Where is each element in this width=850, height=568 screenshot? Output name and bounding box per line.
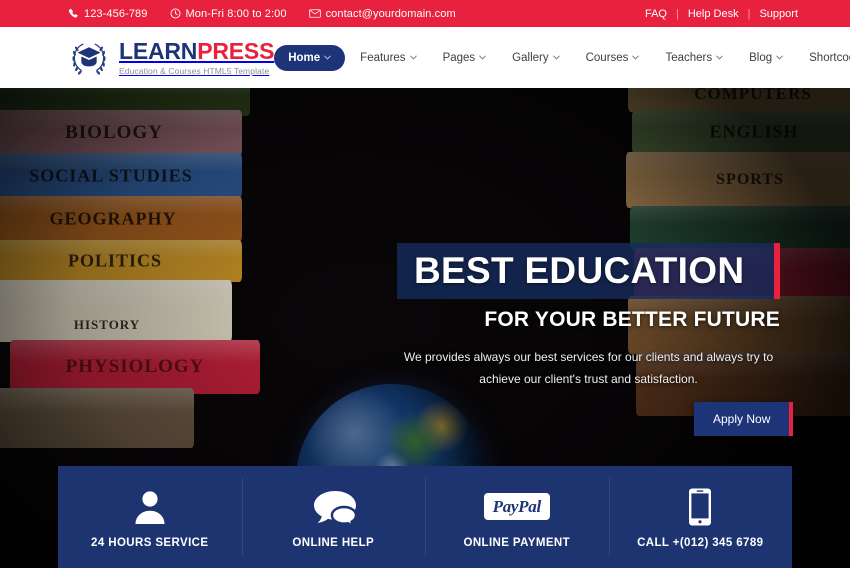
feature-item-online-help[interactable]: ONLINE HELP bbox=[241, 466, 426, 568]
chevron-down-icon bbox=[776, 55, 783, 60]
nav-label-blog: Blog bbox=[749, 51, 773, 64]
logo-title: LEARNPRESS bbox=[119, 37, 275, 64]
nav-item-gallery[interactable]: Gallery bbox=[501, 45, 570, 71]
nav-label-courses: Courses bbox=[585, 51, 629, 64]
apply-now-button[interactable]: Apply Now bbox=[694, 402, 794, 436]
apply-now-label: Apply Now bbox=[713, 412, 771, 426]
topbar-link-support[interactable]: Support bbox=[759, 8, 798, 20]
nav-item-shortcodes[interactable]: Shortcodes bbox=[798, 45, 850, 71]
apply-button-wrapper: Apply Now bbox=[694, 402, 794, 436]
chevron-down-icon bbox=[479, 55, 486, 60]
smartphone-icon bbox=[687, 486, 713, 528]
apply-button-accent-bar bbox=[789, 402, 794, 436]
envelope-icon bbox=[308, 9, 321, 18]
nav-label-teachers: Teachers bbox=[665, 51, 713, 64]
feature-label: ONLINE HELP bbox=[292, 536, 375, 549]
feature-label: ONLINE PAYMENT bbox=[463, 536, 571, 549]
topbar-contact-group: 123-456-789 Mon-Fri 8:00 to 2:00 contact… bbox=[68, 8, 456, 20]
chevron-down-icon bbox=[716, 55, 723, 60]
email-contact[interactable]: contact@yourdomain.com bbox=[308, 7, 456, 20]
logo-tagline: Education & Courses HTML5 Template bbox=[119, 65, 270, 76]
topbar-links-group: FAQ | Help Desk | Support bbox=[645, 8, 798, 20]
nav-item-pages[interactable]: Pages bbox=[432, 45, 498, 71]
user-icon bbox=[130, 486, 170, 528]
landing-page: 123-456-789 Mon-Fri 8:00 to 2:00 contact… bbox=[0, 0, 850, 568]
nav-label-shortcodes: Shortcodes bbox=[809, 51, 850, 64]
nav-item-courses[interactable]: Courses bbox=[575, 45, 651, 71]
nav-item-features[interactable]: Features bbox=[349, 45, 427, 71]
topbar-link-help-desk[interactable]: Help Desk bbox=[688, 8, 739, 20]
paypal-brand-text: PayPal bbox=[492, 497, 542, 516]
paypal-logo-box: PayPal bbox=[483, 493, 550, 520]
nav-item-teachers[interactable]: Teachers bbox=[654, 45, 734, 71]
phone-contact[interactable]: 123-456-789 bbox=[68, 8, 148, 20]
feature-item-call[interactable]: CALL +(012) 345 6789 bbox=[608, 466, 793, 568]
nav-item-blog[interactable]: Blog bbox=[738, 45, 794, 71]
feature-item-online-payment[interactable]: PayPal ONLINE PAYMENT bbox=[425, 466, 609, 568]
chevron-down-icon bbox=[552, 55, 560, 60]
top-contact-bar: 123-456-789 Mon-Fri 8:00 to 2:00 contact… bbox=[0, 0, 850, 27]
hero-headline: BEST EDUCATION bbox=[414, 250, 745, 291]
phone-number: 123-456-789 bbox=[84, 7, 148, 20]
hero-banner: BIOLOGY SOCIAL STUDIES GEOGRAPHY POLITIC… bbox=[0, 88, 850, 568]
main-navigation: Home Features Pages Gallery Courses Teac… bbox=[274, 44, 850, 71]
logo-name-learn: LEARN bbox=[119, 37, 198, 64]
topbar-separator-1: | bbox=[676, 7, 679, 20]
feature-item-24-hours-service[interactable]: 24 HOURS SERVICE bbox=[58, 466, 242, 568]
nav-item-home[interactable]: Home bbox=[274, 44, 346, 71]
feature-label: CALL +(012) 345 6789 bbox=[637, 536, 764, 549]
feature-label: 24 HOURS SERVICE bbox=[91, 536, 209, 549]
clock-icon bbox=[170, 8, 180, 19]
hero-paragraph: We provides always our best services for… bbox=[403, 350, 774, 387]
nav-label-gallery: Gallery bbox=[512, 51, 549, 64]
nav-label-features: Features bbox=[360, 51, 406, 64]
site-header: LEARNPRESS Education & Courses HTML5 Tem… bbox=[0, 27, 850, 88]
site-logo[interactable]: LEARNPRESS Education & Courses HTML5 Tem… bbox=[66, 36, 274, 80]
nav-label-pages: Pages bbox=[442, 51, 476, 64]
email-address: contact@yourdomain.com bbox=[325, 7, 456, 20]
feature-bar: 24 HOURS SERVICE ONLINE HELP PayPal ONLI… bbox=[58, 466, 792, 568]
phone-icon bbox=[68, 8, 78, 18]
hours-text: Mon-Fri 8:00 to 2:00 bbox=[185, 7, 287, 20]
business-hours: Mon-Fri 8:00 to 2:00 bbox=[170, 8, 287, 20]
paypal-icon: PayPal bbox=[483, 486, 550, 528]
topbar-separator-2: | bbox=[747, 7, 751, 20]
chat-bubbles-icon bbox=[310, 486, 357, 528]
logo-name-press: PRESS bbox=[197, 37, 275, 64]
logo-text-group: LEARNPRESS Education & Courses HTML5 Tem… bbox=[119, 37, 275, 76]
graduation-cap-wreath-icon bbox=[72, 43, 106, 75]
topbar-link-faq[interactable]: FAQ bbox=[645, 8, 667, 20]
chevron-down-icon bbox=[632, 55, 640, 60]
chevron-down-icon bbox=[409, 55, 417, 60]
chevron-down-icon bbox=[324, 55, 331, 60]
nav-label-home: Home bbox=[288, 51, 321, 64]
hero-subheadline: FOR YOUR BETTER FUTURE bbox=[484, 308, 780, 331]
